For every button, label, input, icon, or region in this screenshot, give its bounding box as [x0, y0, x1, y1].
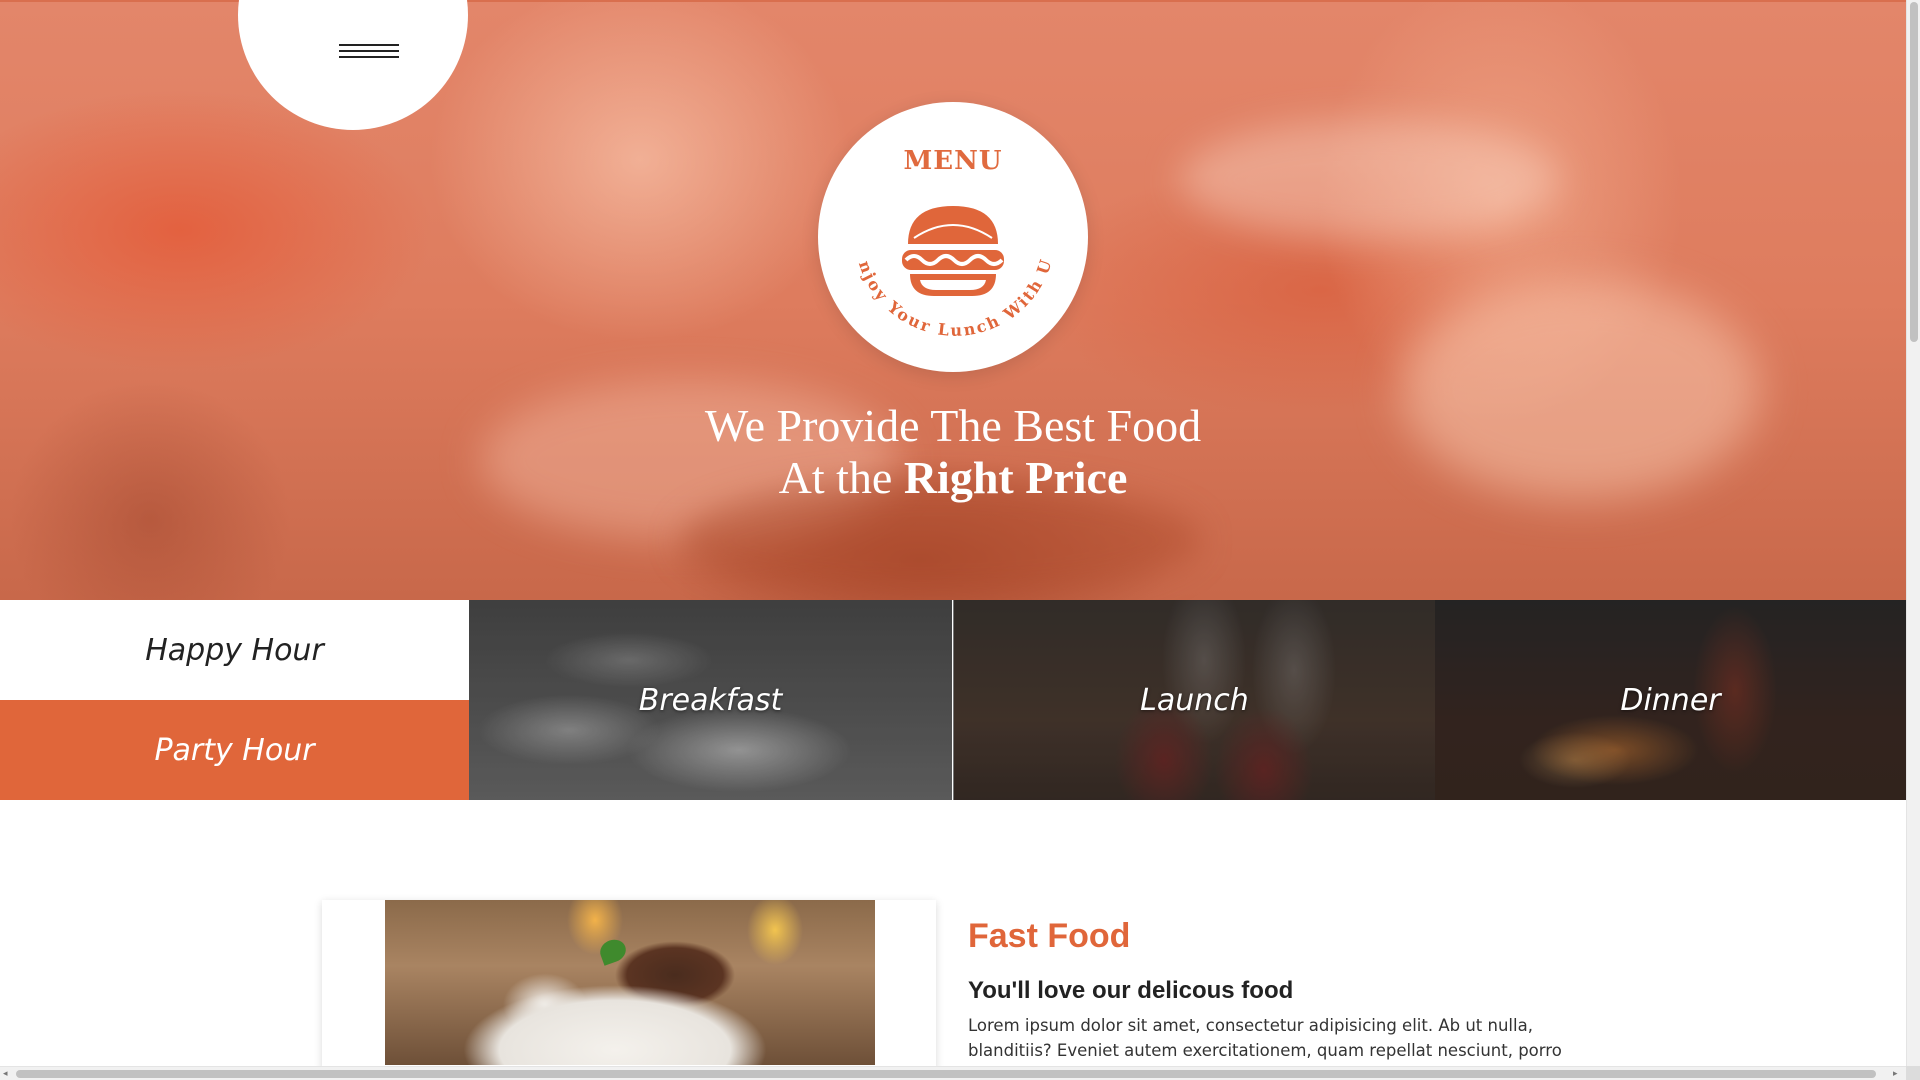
- logo-tagline: Enjoy Your Lunch With Us: [818, 102, 1054, 340]
- hamburger-menu-icon: [339, 50, 399, 52]
- hero-blur-shape: [1180, 120, 1560, 240]
- section-subtitle: You'll love our delicous food: [968, 977, 1294, 1004]
- launch-tile[interactable]: Launch: [953, 600, 1435, 800]
- vertical-scrollbar-thumb[interactable]: [1910, 2, 1918, 342]
- food-card: [322, 900, 936, 1070]
- page: MENU Enjoy Your Lunch With Us We Provide…: [0, 0, 1920, 1080]
- hamburger-menu-icon: [339, 56, 399, 58]
- party-hour-label: Party Hour: [154, 732, 315, 768]
- section-title: Fast Food: [968, 917, 1131, 955]
- happy-hour-label: Happy Hour: [145, 632, 324, 668]
- mint-leaf-decoration: [597, 936, 629, 966]
- hero-heading: We Provide The Best Food At the Right Pr…: [0, 400, 1906, 504]
- meal-band: Happy Hour Party Hour Breakfast Launch D…: [0, 600, 1906, 800]
- horizontal-scrollbar[interactable]: ◂ ▸: [0, 1066, 1906, 1080]
- scroll-left-arrow-icon[interactable]: ◂: [3, 1069, 8, 1079]
- hero-heading-emphasis: Right Price: [903, 452, 1128, 503]
- svg-text:Enjoy Your Lunch With Us: Enjoy Your Lunch With Us: [818, 102, 1056, 340]
- dinner-label: Dinner: [1620, 682, 1721, 718]
- scrollbar-corner: [1906, 1066, 1920, 1080]
- hero-heading-line2: At the Right Price: [0, 452, 1906, 504]
- scroll-right-arrow-icon[interactable]: ▸: [1893, 1069, 1898, 1079]
- hero-heading-prefix: At the: [778, 452, 904, 503]
- party-hour-tab[interactable]: Party Hour: [0, 700, 469, 800]
- hero-section: MENU Enjoy Your Lunch With Us We Provide…: [0, 0, 1906, 600]
- logo-tagline-arc: Enjoy Your Lunch With Us: [818, 102, 1056, 340]
- horizontal-scrollbar-thumb[interactable]: [16, 1070, 1876, 1078]
- breakfast-label: Breakfast: [638, 682, 783, 718]
- dinner-tile[interactable]: Dinner: [1435, 600, 1906, 800]
- vertical-scrollbar[interactable]: [1906, 0, 1920, 1066]
- happy-hour-tab[interactable]: Happy Hour: [0, 600, 469, 700]
- cake-photo: [385, 900, 875, 1065]
- hamburger-menu-icon: [339, 44, 399, 46]
- hamburger-menu-button[interactable]: [238, 0, 468, 130]
- launch-label: Launch: [1140, 682, 1249, 718]
- hero-heading-line1: We Provide The Best Food: [704, 400, 1202, 451]
- breakfast-tile[interactable]: Breakfast: [469, 600, 952, 800]
- menu-logo[interactable]: MENU Enjoy Your Lunch With Us: [818, 102, 1088, 372]
